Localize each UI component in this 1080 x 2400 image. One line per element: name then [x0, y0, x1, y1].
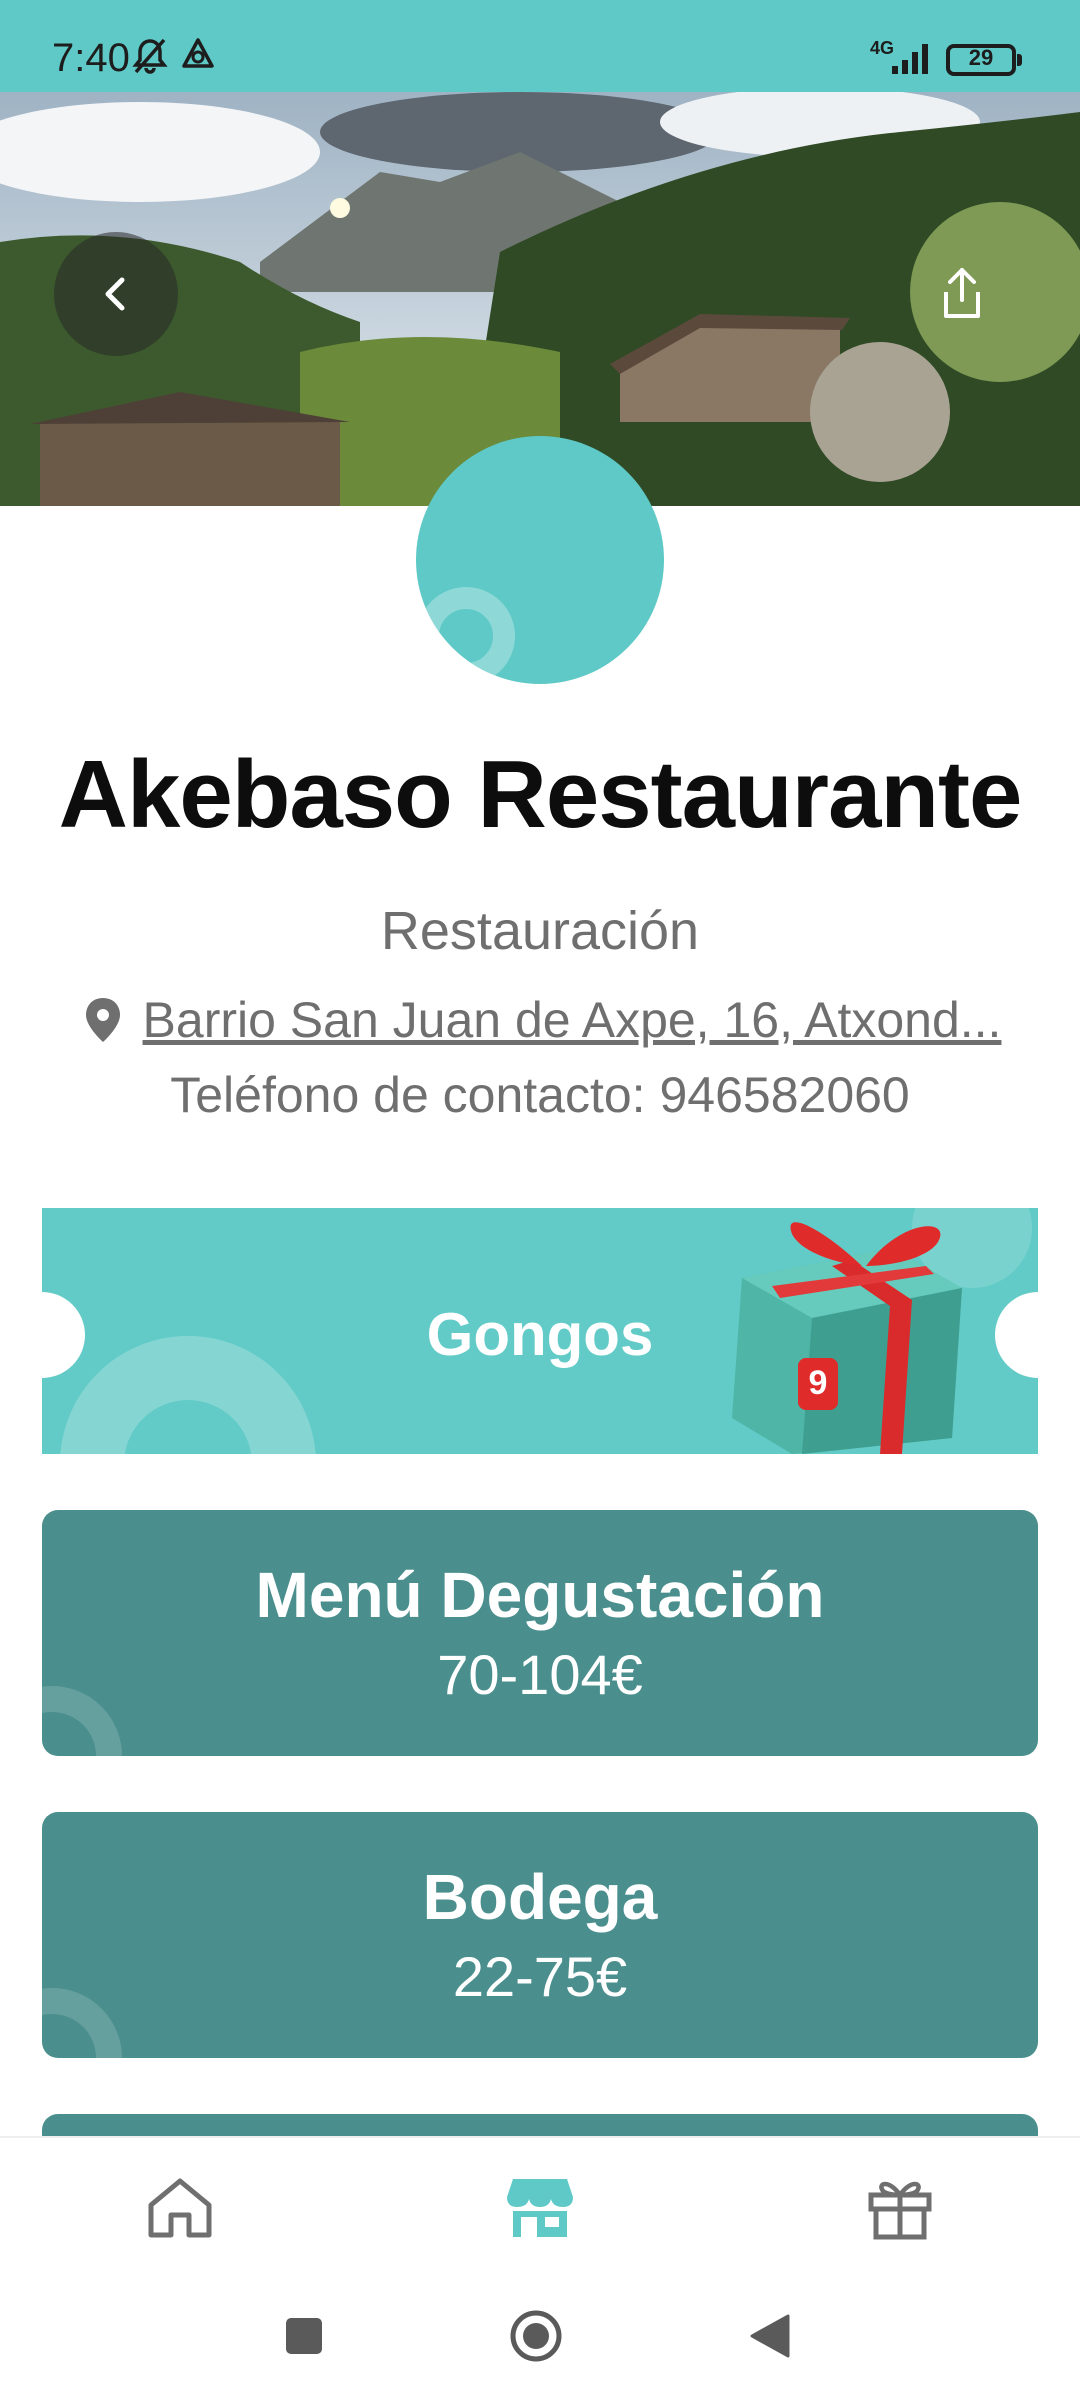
- circle-icon: [510, 2310, 562, 2362]
- status-bar: 7:40 4G 29: [0, 0, 1080, 92]
- back-system-button[interactable]: [730, 2296, 810, 2376]
- offer-title: Menú Degustación: [255, 1559, 825, 1631]
- signal-icon: [890, 40, 934, 81]
- back-button[interactable]: [54, 232, 178, 356]
- address-row[interactable]: Barrio San Juan de Axpe, 16, Atxond...: [62, 988, 1022, 1052]
- gift-badge-number: 9: [808, 1364, 828, 1402]
- share-button[interactable]: [920, 252, 1004, 336]
- location-pin-icon: [85, 998, 120, 1042]
- status-time: 7:40: [52, 36, 130, 80]
- offer-card-bodega[interactable]: Bodega 22-75€: [42, 1812, 1038, 2058]
- gongos-card[interactable]: Gongos 9: [42, 1208, 1038, 1454]
- nav-home[interactable]: [120, 2158, 240, 2258]
- battery-icon: 29: [946, 44, 1022, 76]
- recent-apps-button[interactable]: [264, 2296, 344, 2376]
- home-icon: [148, 2178, 212, 2238]
- home-system-button[interactable]: [496, 2296, 576, 2376]
- offer-price: 70-104€: [437, 1643, 643, 1706]
- gift-box-illustration: 9: [702, 1208, 1002, 1454]
- share-icon: [944, 268, 980, 318]
- store-icon: [507, 2179, 573, 2237]
- chevron-left-icon: [105, 277, 125, 311]
- battery-level: 29: [968, 45, 994, 70]
- offer-card-menu[interactable]: Menú Degustación 70-104€: [42, 1510, 1038, 1756]
- business-category: Restauración: [380, 901, 700, 961]
- gift-icon: [868, 2181, 932, 2240]
- contact-phone[interactable]: Teléfono de contacto: 946582060: [0, 1066, 1080, 1124]
- square-icon: [286, 2318, 322, 2354]
- nav-gifts[interactable]: [840, 2158, 960, 2258]
- nav-store[interactable]: [480, 2158, 600, 2258]
- offer-price: 22-75€: [452, 1945, 628, 2008]
- business-name: Akebaso Restaurante: [58, 741, 1023, 848]
- business-logo: [416, 436, 664, 684]
- notifications-off-icon: [130, 36, 170, 81]
- offer-title: Bodega: [422, 1861, 658, 1933]
- triangle-back-icon: [750, 2314, 790, 2358]
- address-link[interactable]: Barrio San Juan de Axpe, 16, Atxond...: [143, 991, 1002, 1049]
- app-status-icon: [180, 36, 216, 77]
